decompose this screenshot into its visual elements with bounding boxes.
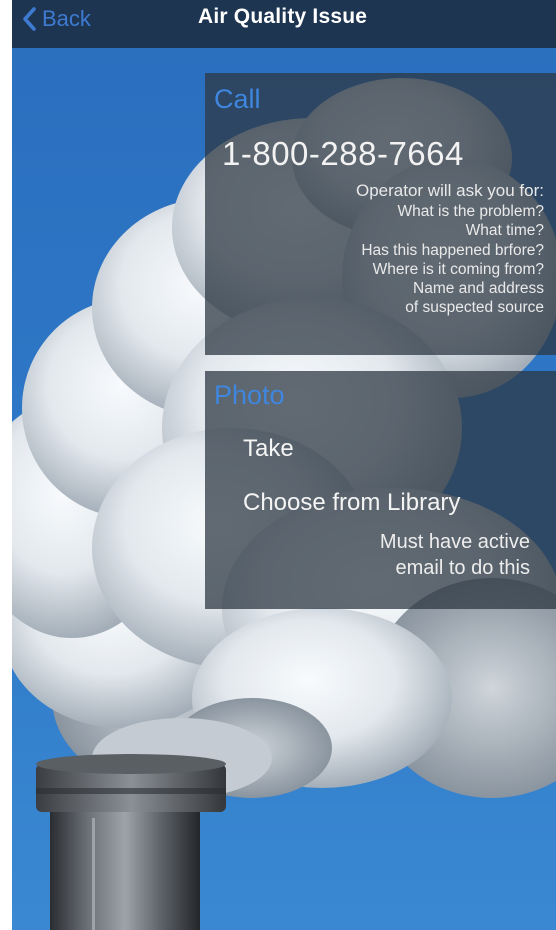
operator-instruction-line: Name and address — [413, 280, 544, 298]
operator-instruction-line: Where is it coming from? — [372, 260, 544, 278]
choose-from-library-button[interactable]: Choose from Library — [243, 489, 460, 517]
operator-instructions: Operator will ask you for: What is the p… — [356, 180, 544, 318]
email-note-line: Must have active — [379, 531, 530, 553]
email-requirement-note: Must have active email to do this — [380, 529, 530, 581]
back-button[interactable]: Back — [22, 4, 91, 34]
call-panel: Call 1-800-288-7664 Operator will ask yo… — [205, 73, 556, 355]
back-button-label: Back — [42, 6, 91, 31]
photo-heading: Photo — [214, 380, 285, 410]
take-photo-button[interactable]: Take — [243, 435, 294, 463]
operator-instruction-line: of suspected source — [405, 299, 544, 317]
operator-instruction-line: What time? — [465, 222, 544, 240]
operator-instruction-line: Operator will ask you for: — [355, 181, 544, 200]
chevron-left-icon — [23, 7, 36, 31]
app-screen: Back Air Quality Issue Call 1-800-288-76… — [12, 0, 556, 930]
photo-panel: Photo Take Choose from Library Must have… — [205, 371, 556, 609]
phone-number-link[interactable]: 1-800-288-7664 — [222, 135, 464, 173]
call-heading: Call — [214, 84, 261, 114]
page-title: Air Quality Issue — [198, 5, 368, 28]
email-note-line: email to do this — [395, 557, 530, 579]
operator-instruction-line: What is the problem? — [397, 203, 544, 220]
operator-instruction-line: Has this happened brfore? — [361, 241, 544, 259]
navigation-bar: Back Air Quality Issue — [12, 0, 556, 48]
